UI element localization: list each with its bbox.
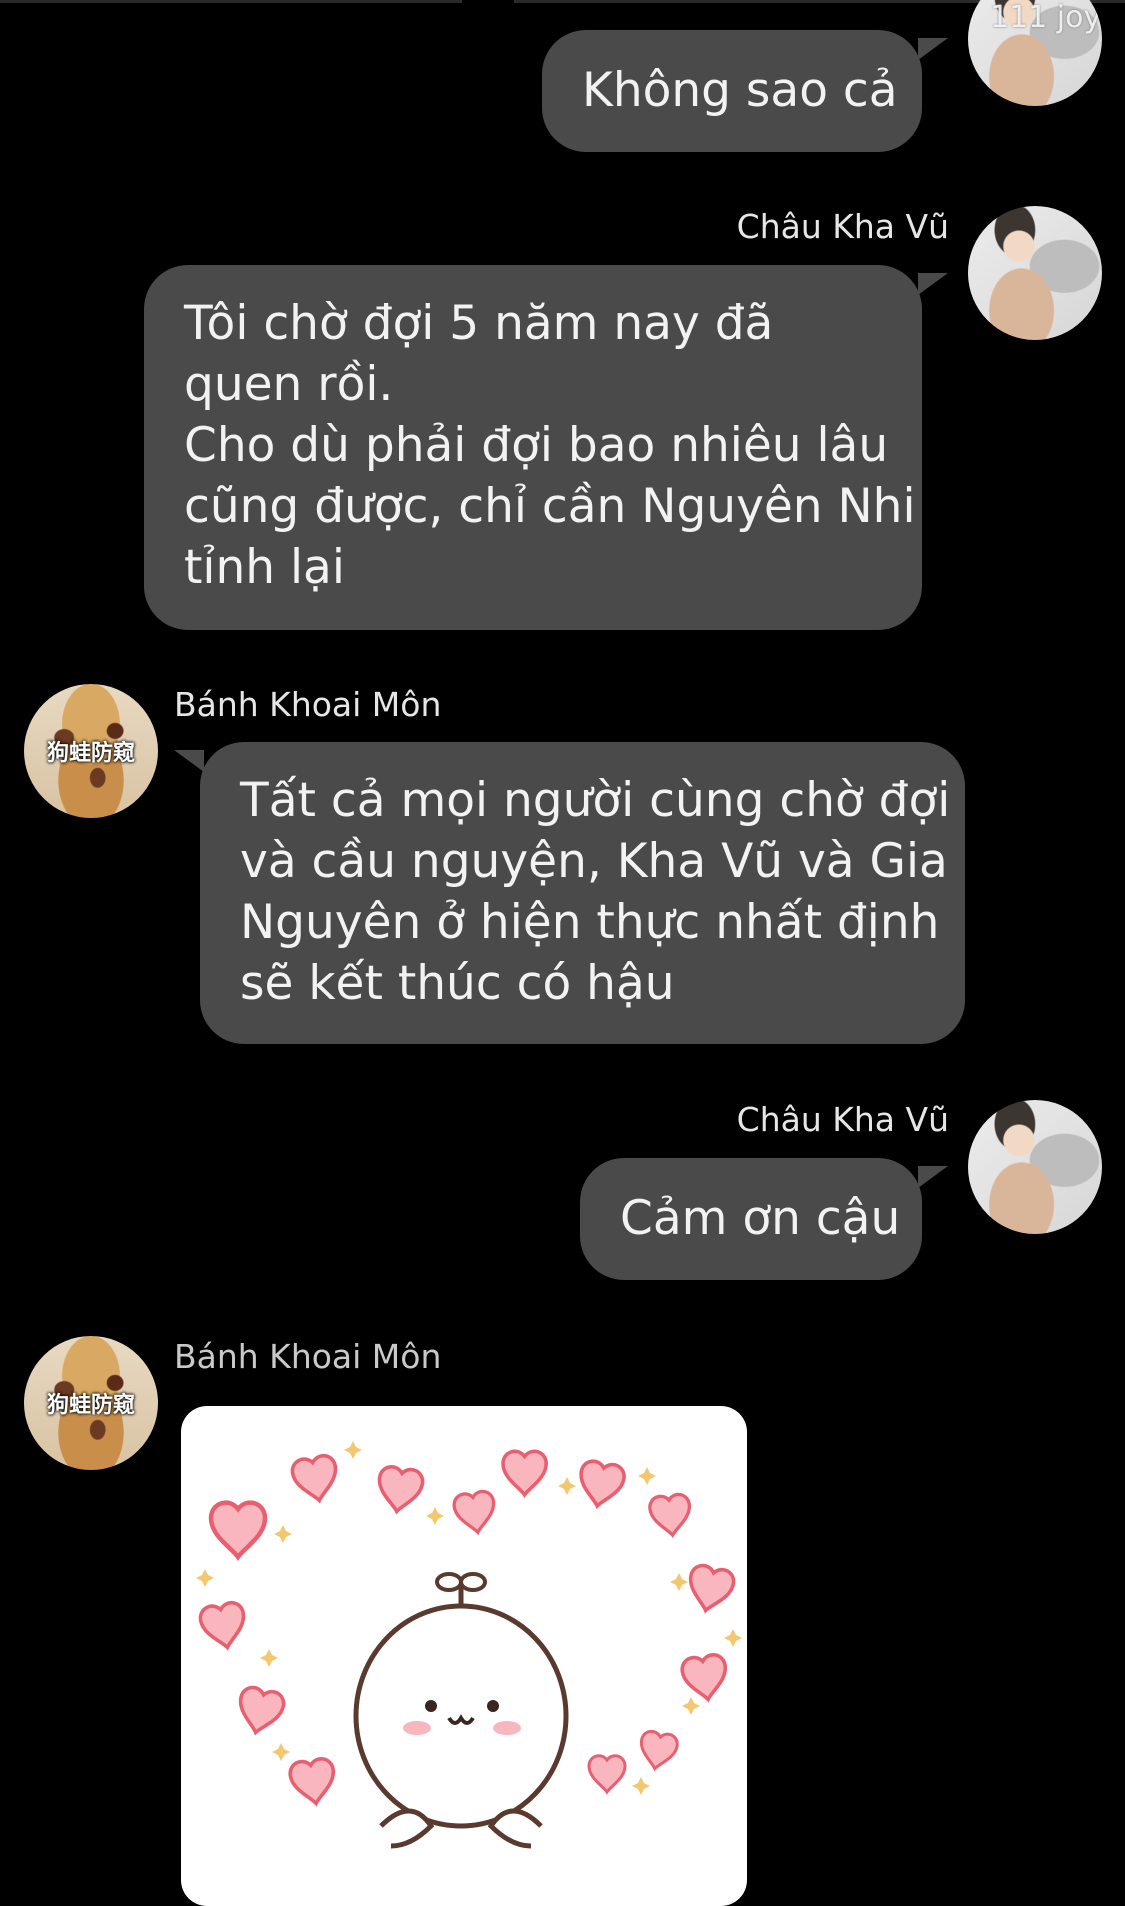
seedling-character bbox=[353, 1572, 569, 1849]
sender-name: Châu Kha Vũ bbox=[736, 207, 949, 246]
avatar-chau-kha-vu[interactable] bbox=[968, 206, 1102, 340]
bubble-tail bbox=[918, 273, 948, 295]
avatar-overlay-text: 狗蛙防窥 bbox=[46, 1393, 135, 1418]
message-bubble[interactable]: Không sao cả bbox=[542, 30, 922, 152]
bubble-tail bbox=[174, 750, 204, 772]
bubble-tail bbox=[918, 1166, 948, 1188]
message-text: Tất cả mọi người cùng chờ đợi và cầu ngu… bbox=[240, 773, 951, 1011]
message-text: Cảm ơn cậu bbox=[620, 1191, 901, 1246]
avatar-watermark: 111 joy bbox=[990, 0, 1102, 35]
bubble-tail bbox=[918, 38, 948, 60]
message-bubble[interactable]: Tôi chờ đợi 5 năm nay đã quen rồi. Cho d… bbox=[144, 265, 922, 630]
heart-sticker-image bbox=[196, 1441, 742, 1849]
avatar-overlay-text: 狗蛙防窥 bbox=[46, 741, 135, 766]
sender-name: Bánh Khoai Môn bbox=[174, 1337, 442, 1376]
avatar-chau-kha-vu[interactable] bbox=[968, 1100, 1102, 1234]
message-text: Không sao cả bbox=[582, 63, 898, 118]
avatar-banh-khoai-mon[interactable]: 狗蛙防窥 bbox=[24, 684, 158, 818]
message-text: Tôi chờ đợi 5 năm nay đã quen rồi. Cho d… bbox=[184, 296, 916, 595]
header-divider-left bbox=[0, 0, 462, 3]
message-bubble[interactable]: Cảm ơn cậu bbox=[580, 1158, 922, 1280]
sender-name: Bánh Khoai Môn bbox=[174, 685, 442, 724]
message-bubble[interactable]: Tất cả mọi người cùng chờ đợi và cầu ngu… bbox=[200, 742, 965, 1044]
avatar-chau-kha-vu[interactable]: 111 joy bbox=[968, 0, 1102, 106]
sticker-message[interactable] bbox=[181, 1406, 747, 1906]
sender-name: Châu Kha Vũ bbox=[736, 1100, 949, 1139]
avatar-banh-khoai-mon[interactable]: 狗蛙防窥 bbox=[24, 1336, 158, 1470]
